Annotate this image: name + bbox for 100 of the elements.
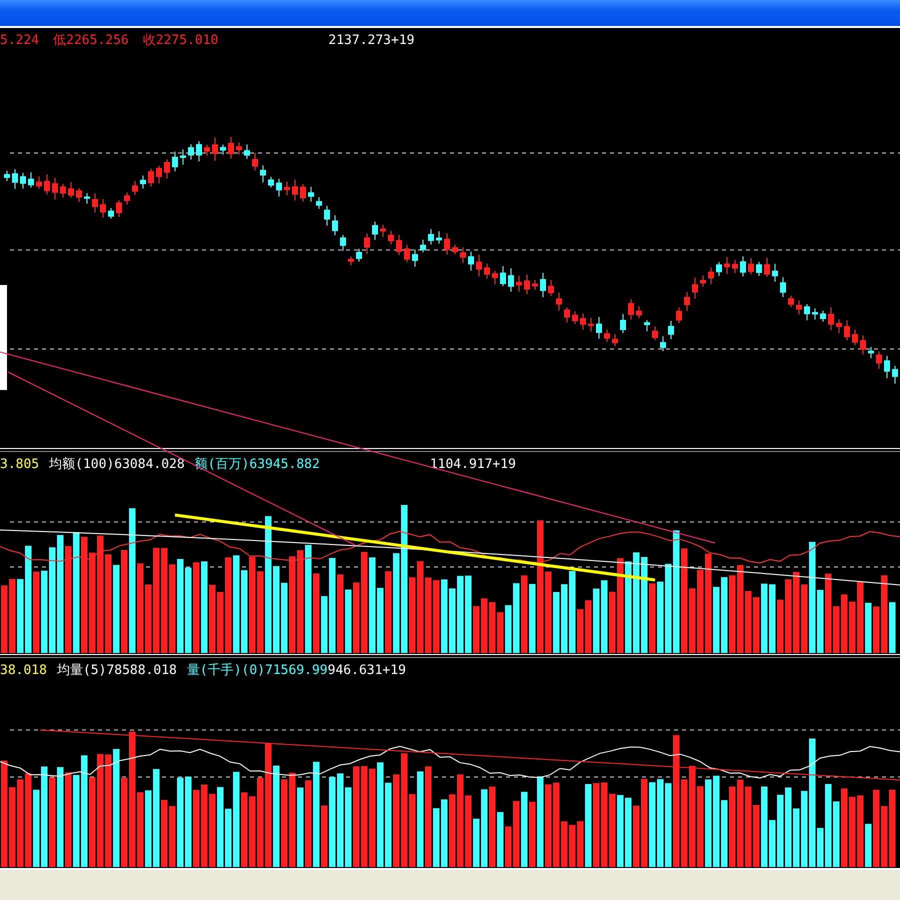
candlestick — [4, 170, 10, 182]
reading-value: 946.631+19 — [328, 662, 406, 678]
candlestick — [620, 313, 626, 334]
candlestick — [700, 275, 706, 288]
candlestick — [140, 175, 146, 190]
candlestick — [564, 306, 570, 324]
candlestick — [428, 228, 434, 245]
candlestick — [692, 277, 698, 300]
candlestick — [588, 317, 594, 332]
price-value: 5.224 — [0, 32, 40, 48]
candlestick — [764, 257, 770, 278]
candlestick — [492, 270, 498, 285]
candlestick — [612, 334, 618, 347]
candlestick — [684, 291, 690, 312]
candlestick — [756, 262, 762, 276]
candlestick — [308, 186, 314, 202]
candlestick — [596, 316, 602, 340]
candlestick — [716, 262, 722, 277]
candlestick — [796, 300, 802, 316]
candlestick — [52, 177, 58, 200]
candlestick — [20, 172, 26, 190]
average-value: 均量(5)78588.018 — [56, 662, 177, 679]
candlestick — [604, 328, 610, 342]
candlestick — [108, 208, 114, 220]
candlestick — [636, 306, 642, 319]
candlestick — [252, 152, 258, 172]
indicator-value: 3.805 — [0, 456, 40, 472]
candlestick — [772, 263, 778, 282]
candlestick — [500, 266, 506, 287]
candlestick — [156, 165, 162, 184]
candlestick — [196, 140, 202, 162]
candlestick — [468, 251, 474, 272]
candlestick — [220, 144, 226, 156]
candlestick — [484, 263, 490, 280]
price-value: 收2275.010 — [142, 32, 218, 49]
candlestick — [292, 179, 298, 201]
candlestick — [724, 256, 730, 274]
candlestick — [420, 239, 426, 253]
candlestick — [508, 268, 514, 292]
candlestick — [516, 275, 522, 292]
candlestick — [852, 329, 858, 346]
candlestick — [188, 144, 194, 160]
candlestick — [668, 320, 674, 340]
candlestick — [76, 188, 82, 203]
candlestick — [236, 142, 242, 156]
candlestick — [300, 184, 306, 202]
candlestick — [364, 233, 370, 255]
candlestick — [124, 192, 130, 206]
reading-value: 2137.273+19 — [328, 32, 414, 48]
candlestick — [548, 279, 554, 297]
candlestick — [132, 180, 138, 196]
candlestick — [436, 230, 442, 244]
candlestick — [452, 244, 458, 255]
candlestick — [460, 246, 466, 264]
candlestick — [876, 350, 882, 370]
candlestick — [116, 200, 122, 218]
candlestick — [388, 230, 394, 246]
candlestick — [60, 183, 66, 198]
candlestick — [12, 168, 18, 190]
candlestick — [660, 336, 666, 352]
candlestick — [372, 221, 378, 240]
candlestick — [380, 224, 386, 238]
candlestick — [396, 234, 402, 256]
candlestick — [628, 298, 634, 320]
candlestick — [820, 310, 826, 322]
candlestick — [580, 313, 586, 330]
candlestick — [348, 256, 354, 266]
candlestick — [260, 164, 266, 183]
candlestick — [92, 192, 98, 214]
candlestick — [44, 174, 50, 195]
candlestick — [172, 151, 178, 172]
candlestick — [476, 254, 482, 277]
candlestick — [860, 334, 866, 356]
candlestick — [332, 214, 338, 236]
candlestick — [652, 326, 658, 341]
candlestick — [732, 259, 738, 274]
candlestick — [828, 306, 834, 331]
candlestick — [676, 306, 682, 324]
candlestick — [532, 279, 538, 290]
indicator-value: 38.018 — [0, 662, 47, 678]
candlestick — [644, 320, 650, 332]
candlestick — [68, 182, 74, 198]
volume-value: 额(百万)63945.882 — [194, 456, 320, 473]
candlestick — [164, 158, 170, 180]
candlestick — [180, 149, 186, 166]
candlestick — [748, 258, 754, 275]
candlestick — [780, 276, 786, 298]
candlestick — [788, 295, 794, 308]
candlestick — [212, 136, 218, 162]
candlestick — [708, 266, 714, 285]
candlestick — [204, 144, 210, 156]
candlestick — [556, 292, 562, 312]
candlestick — [844, 320, 850, 341]
candlestick — [316, 196, 322, 210]
candlestick — [836, 318, 842, 334]
candlestick — [892, 365, 898, 384]
candlestick — [572, 310, 578, 324]
candlestick — [740, 256, 746, 277]
candlestick — [100, 198, 106, 218]
candlestick — [84, 192, 90, 204]
